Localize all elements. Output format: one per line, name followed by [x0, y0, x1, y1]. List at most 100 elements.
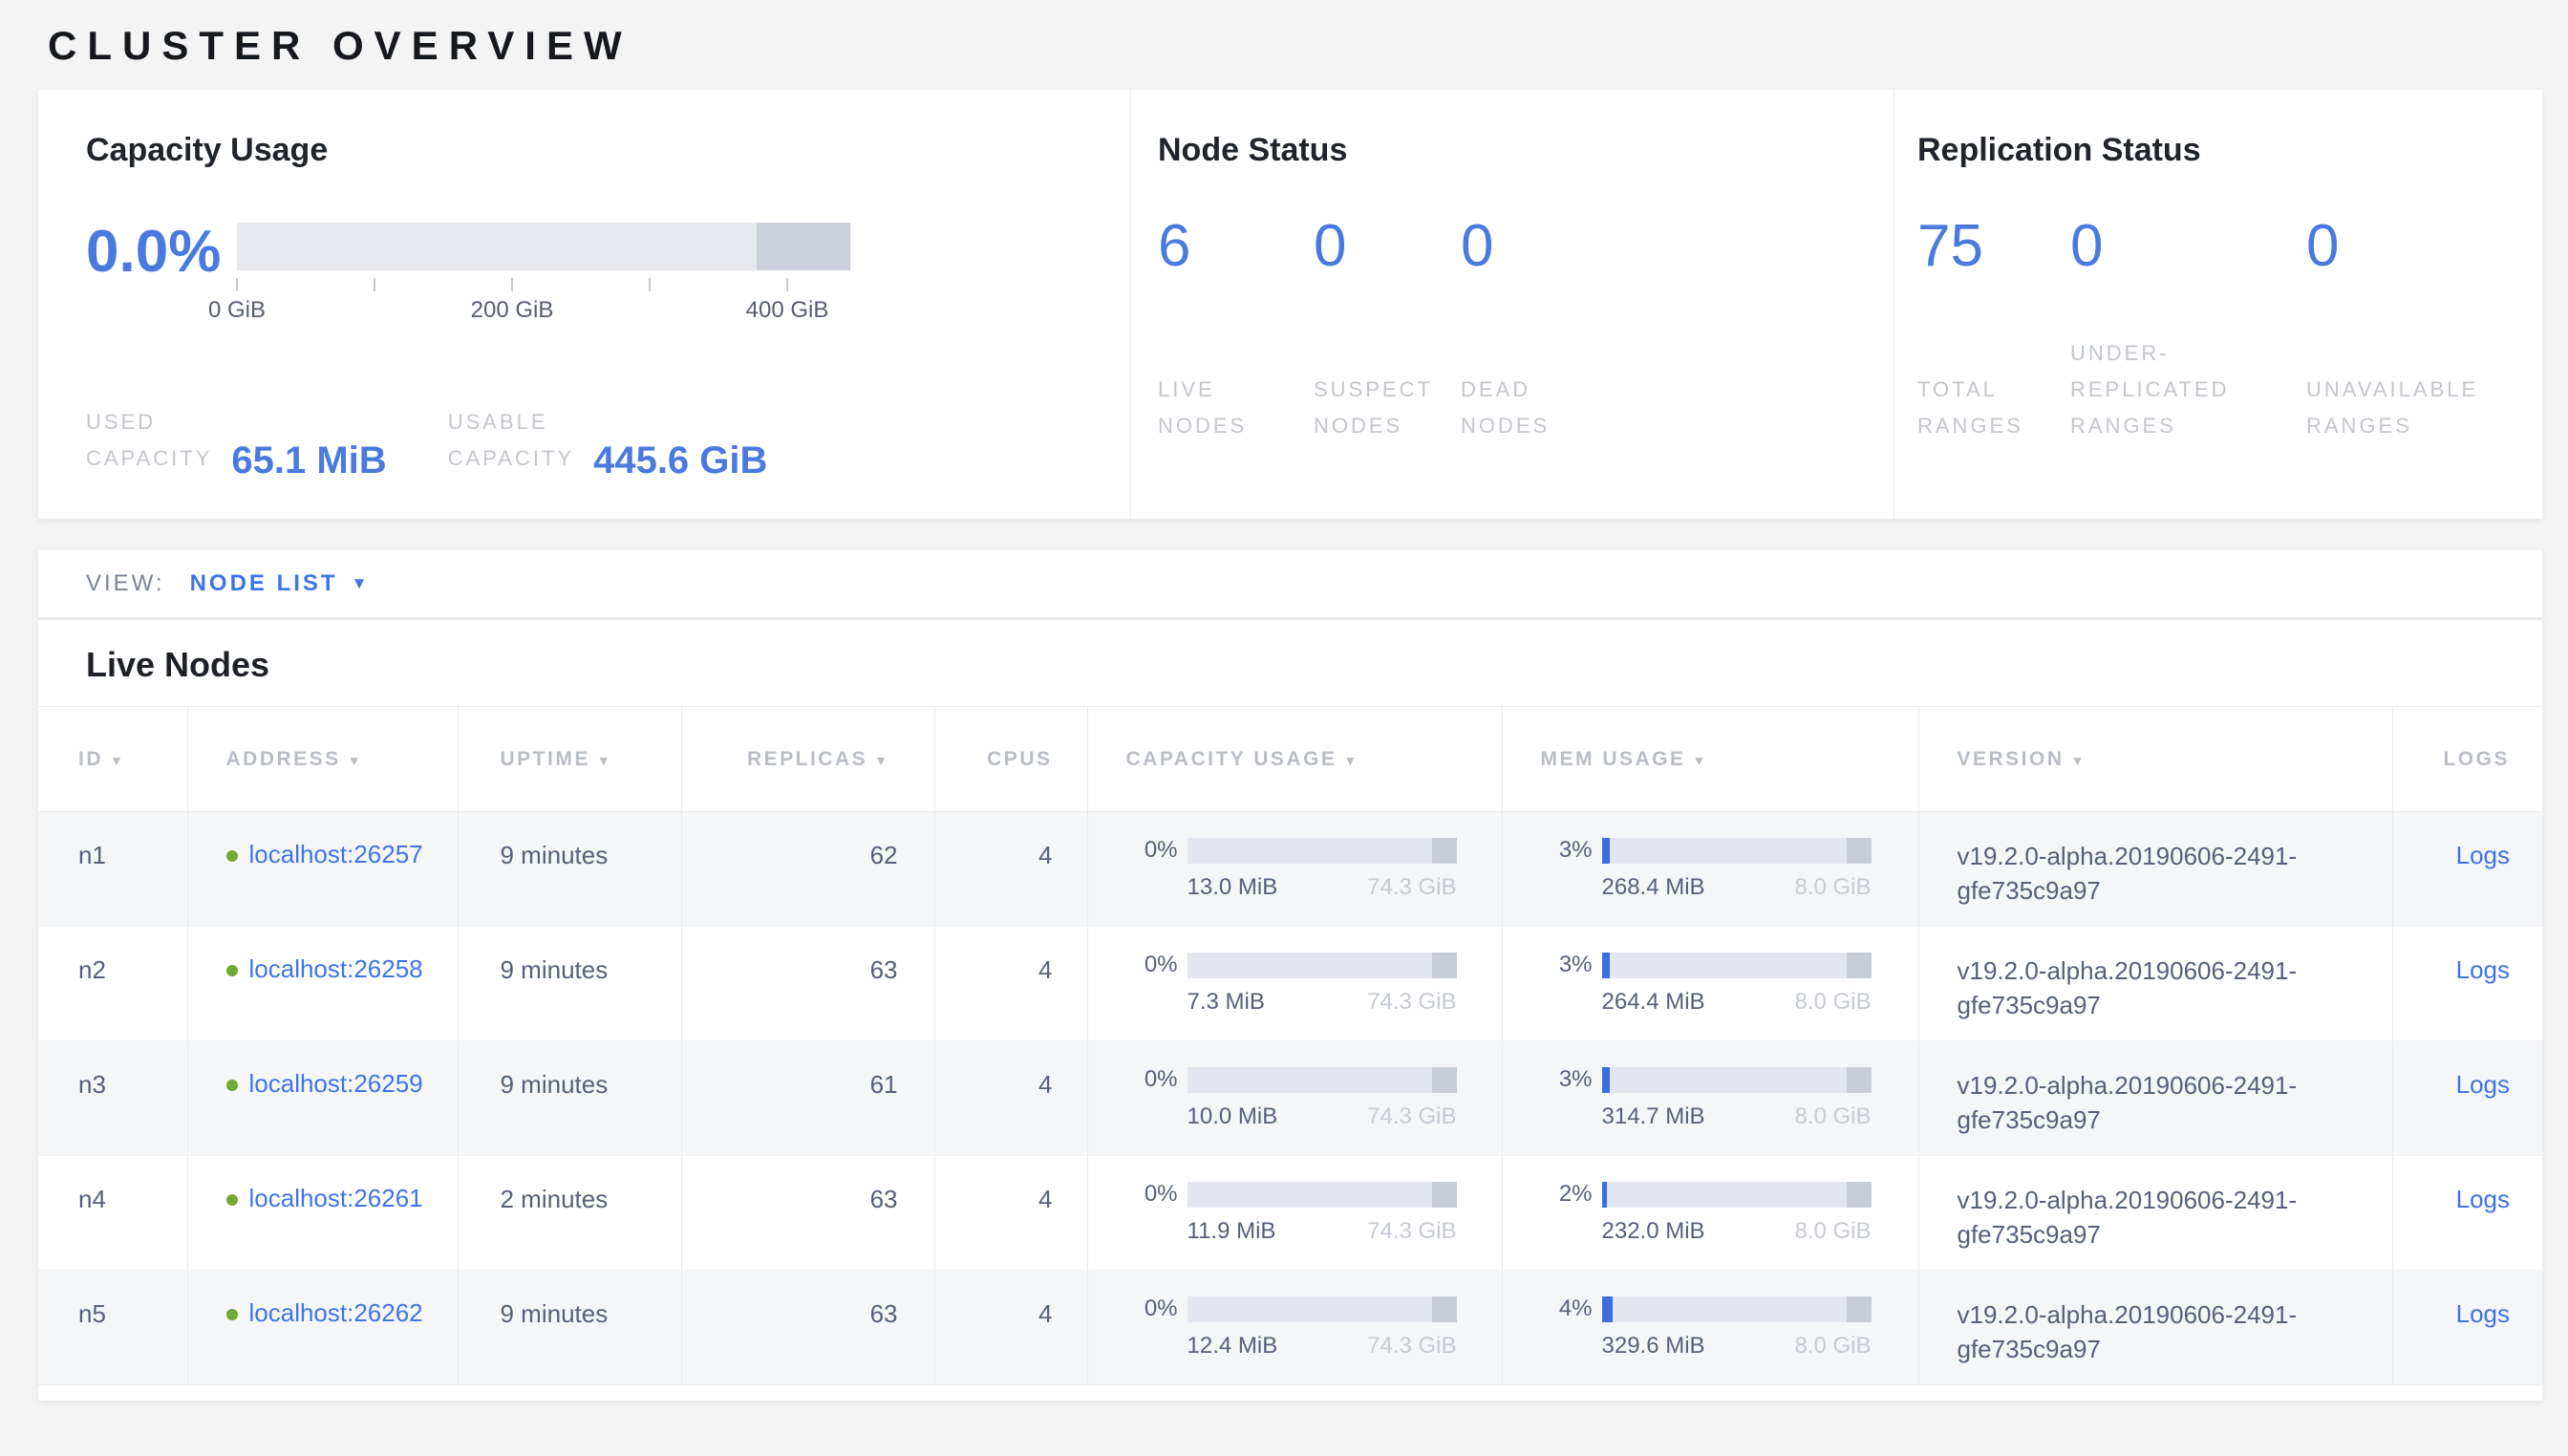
node-replicas: 63: [681, 1156, 934, 1271]
sort-icon[interactable]: ▼: [1693, 753, 1708, 768]
node-address-link[interactable]: localhost:26259: [249, 1069, 423, 1098]
stat-label-line: RANGES: [1917, 408, 2070, 444]
total-ranges-stat: 75 TOTAL RANGES: [1917, 215, 2070, 444]
live-nodes-stat: 6 LIVE NODES: [1158, 215, 1314, 444]
sort-icon[interactable]: ▼: [2071, 753, 2086, 768]
node-uptime: 9 minutes: [458, 1041, 681, 1156]
node-mem-usage: 3% 264.4 MiB8.0 GiB: [1502, 927, 1918, 1041]
header-replicas[interactable]: REPLICAS▼: [681, 707, 934, 812]
logs-link[interactable]: Logs: [2456, 841, 2510, 869]
view-dropdown-value[interactable]: NODE LIST: [190, 570, 338, 597]
node-address-link[interactable]: localhost:26258: [249, 954, 423, 983]
capacity-total: 74.3 GiB: [1367, 874, 1456, 901]
capacity-used: 13.0 MiB: [1188, 874, 1278, 901]
node-id: n2: [38, 927, 187, 1041]
capacity-gauge-bar: 0 GiB 200 GiB 400 GiB: [237, 223, 850, 326]
mem-used: 314.7 MiB: [1602, 1103, 1705, 1130]
stat-label-line: SUSPECT: [1314, 372, 1461, 408]
header-cpus: CPUS: [934, 707, 1087, 812]
capacity-gauge: 0.0% 0 GiB 200 GiB 400 GiB: [86, 223, 1130, 326]
stat-label-line: DEAD: [1461, 372, 1550, 408]
next-row-partial: [38, 1385, 2542, 1399]
node-address-link[interactable]: localhost:26257: [249, 840, 423, 868]
stat-label-line: LIVE: [1158, 372, 1314, 408]
node-mem-usage: 3% 268.4 MiB8.0 GiB: [1502, 812, 1918, 927]
node-address-link[interactable]: localhost:26261: [249, 1184, 423, 1212]
node-cpus: 4: [934, 1041, 1087, 1156]
node-replicas: 62: [681, 812, 934, 927]
page-title: CLUSTER OVERVIEW: [48, 23, 2568, 69]
under-replicated-ranges-stat: 0 UNDER- REPLICATED RANGES: [2070, 215, 2306, 444]
header-version[interactable]: VERSION▼: [1918, 707, 2392, 812]
mem-bar: [1602, 1067, 1872, 1093]
node-version: v19.2.0-alpha.20190606-2491-gfe735c9a97: [1918, 1271, 2392, 1385]
node-status-title: Node Status: [1158, 132, 1894, 169]
capacity-gauge-endcap: [757, 223, 850, 270]
capacity-bar: [1188, 1067, 1457, 1093]
usable-capacity-value: 445.6 GiB: [593, 441, 767, 480]
sort-icon[interactable]: ▼: [1343, 753, 1359, 768]
header-id[interactable]: ID▼: [38, 707, 187, 812]
view-dropdown[interactable]: NODE LIST ▼: [190, 570, 368, 597]
mem-total: 8.0 GiB: [1794, 989, 1871, 1016]
node-cpus: 4: [934, 812, 1087, 927]
table-row: n4 localhost:26261 2 minutes 63 4 0% 11.…: [38, 1156, 2542, 1271]
live-nodes-title: Live Nodes: [38, 620, 2542, 685]
node-uptime: 9 minutes: [458, 927, 681, 1041]
logs-link[interactable]: Logs: [2456, 955, 2510, 984]
live-status-icon: [226, 1309, 238, 1320]
mem-used: 268.4 MiB: [1602, 874, 1705, 901]
node-capacity-usage: 0% 10.0 MiB74.3 GiB: [1087, 1041, 1502, 1156]
capacity-bar: [1188, 1296, 1457, 1322]
capacity-usage-panel: Capacity Usage 0.0% 0 GiB 200 GiB 400 Gi…: [38, 90, 1130, 519]
capacity-percent-label: 0%: [1126, 1295, 1188, 1322]
mem-used: 232.0 MiB: [1602, 1218, 1705, 1245]
header-address[interactable]: ADDRESS▼: [187, 707, 458, 812]
logs-link[interactable]: Logs: [2456, 1185, 2510, 1213]
mem-total: 8.0 GiB: [1794, 874, 1871, 901]
node-uptime: 9 minutes: [458, 1271, 681, 1385]
header-uptime[interactable]: UPTIME▼: [458, 707, 681, 812]
capacity-usage-title: Capacity Usage: [86, 132, 1130, 169]
under-replicated-value: 0: [2070, 215, 2306, 278]
node-mem-usage: 2% 232.0 MiB8.0 GiB: [1502, 1156, 1918, 1271]
sort-icon[interactable]: ▼: [597, 753, 612, 768]
mem-bar: [1602, 838, 1872, 864]
sort-icon[interactable]: ▼: [348, 753, 363, 768]
stat-label-line: CAPACITY: [86, 440, 212, 477]
header-capacity-usage[interactable]: CAPACITY USAGE▼: [1087, 707, 1502, 812]
view-label: VIEW:: [86, 570, 165, 597]
live-status-icon: [226, 850, 238, 862]
used-capacity-stat: USED CAPACITY 65.1 MiB: [86, 404, 387, 477]
node-status-panel: Node Status 6 LIVE NODES 0 SUSPECT NODES…: [1130, 90, 1894, 519]
mem-used: 264.4 MiB: [1602, 989, 1705, 1016]
node-address-cell: localhost:26257: [187, 812, 458, 927]
node-address-cell: localhost:26259: [187, 1041, 458, 1156]
live-nodes-table: ID▼ ADDRESS▼ UPTIME▼ REPLICAS▼ CPUS CAPA…: [38, 706, 2542, 1385]
header-mem-usage[interactable]: MEM USAGE▼: [1502, 707, 1918, 812]
live-status-icon: [226, 1194, 238, 1206]
node-address-link[interactable]: localhost:26262: [249, 1298, 423, 1327]
table-row: n5 localhost:26262 9 minutes 63 4 0% 12.…: [38, 1271, 2542, 1385]
node-id: n1: [38, 812, 187, 927]
mem-percent-label: 2%: [1541, 1181, 1602, 1208]
mem-bar: [1602, 1296, 1872, 1322]
axis-label-0: 0 GiB: [208, 297, 266, 324]
sort-icon[interactable]: ▼: [874, 753, 889, 768]
chevron-down-icon[interactable]: ▼: [352, 574, 368, 593]
node-address-cell: localhost:26261: [187, 1156, 458, 1271]
logs-link[interactable]: Logs: [2456, 1299, 2510, 1328]
node-version: v19.2.0-alpha.20190606-2491-gfe735c9a97: [1918, 1041, 2392, 1156]
tick: [511, 278, 513, 291]
capacity-used: 7.3 MiB: [1188, 989, 1265, 1016]
capacity-percent-label: 0%: [1126, 1181, 1188, 1208]
node-version: v19.2.0-alpha.20190606-2491-gfe735c9a97: [1918, 812, 2392, 927]
live-status-icon: [226, 965, 238, 976]
logs-link[interactable]: Logs: [2456, 1070, 2510, 1099]
sort-icon[interactable]: ▼: [110, 753, 125, 768]
usable-capacity-stat: USABLE CAPACITY 445.6 GiB: [448, 404, 768, 477]
tick: [786, 278, 788, 291]
stat-label-line: NODES: [1461, 408, 1550, 444]
used-capacity-value: 65.1 MiB: [231, 441, 386, 480]
mem-percent-label: 3%: [1541, 1066, 1602, 1093]
